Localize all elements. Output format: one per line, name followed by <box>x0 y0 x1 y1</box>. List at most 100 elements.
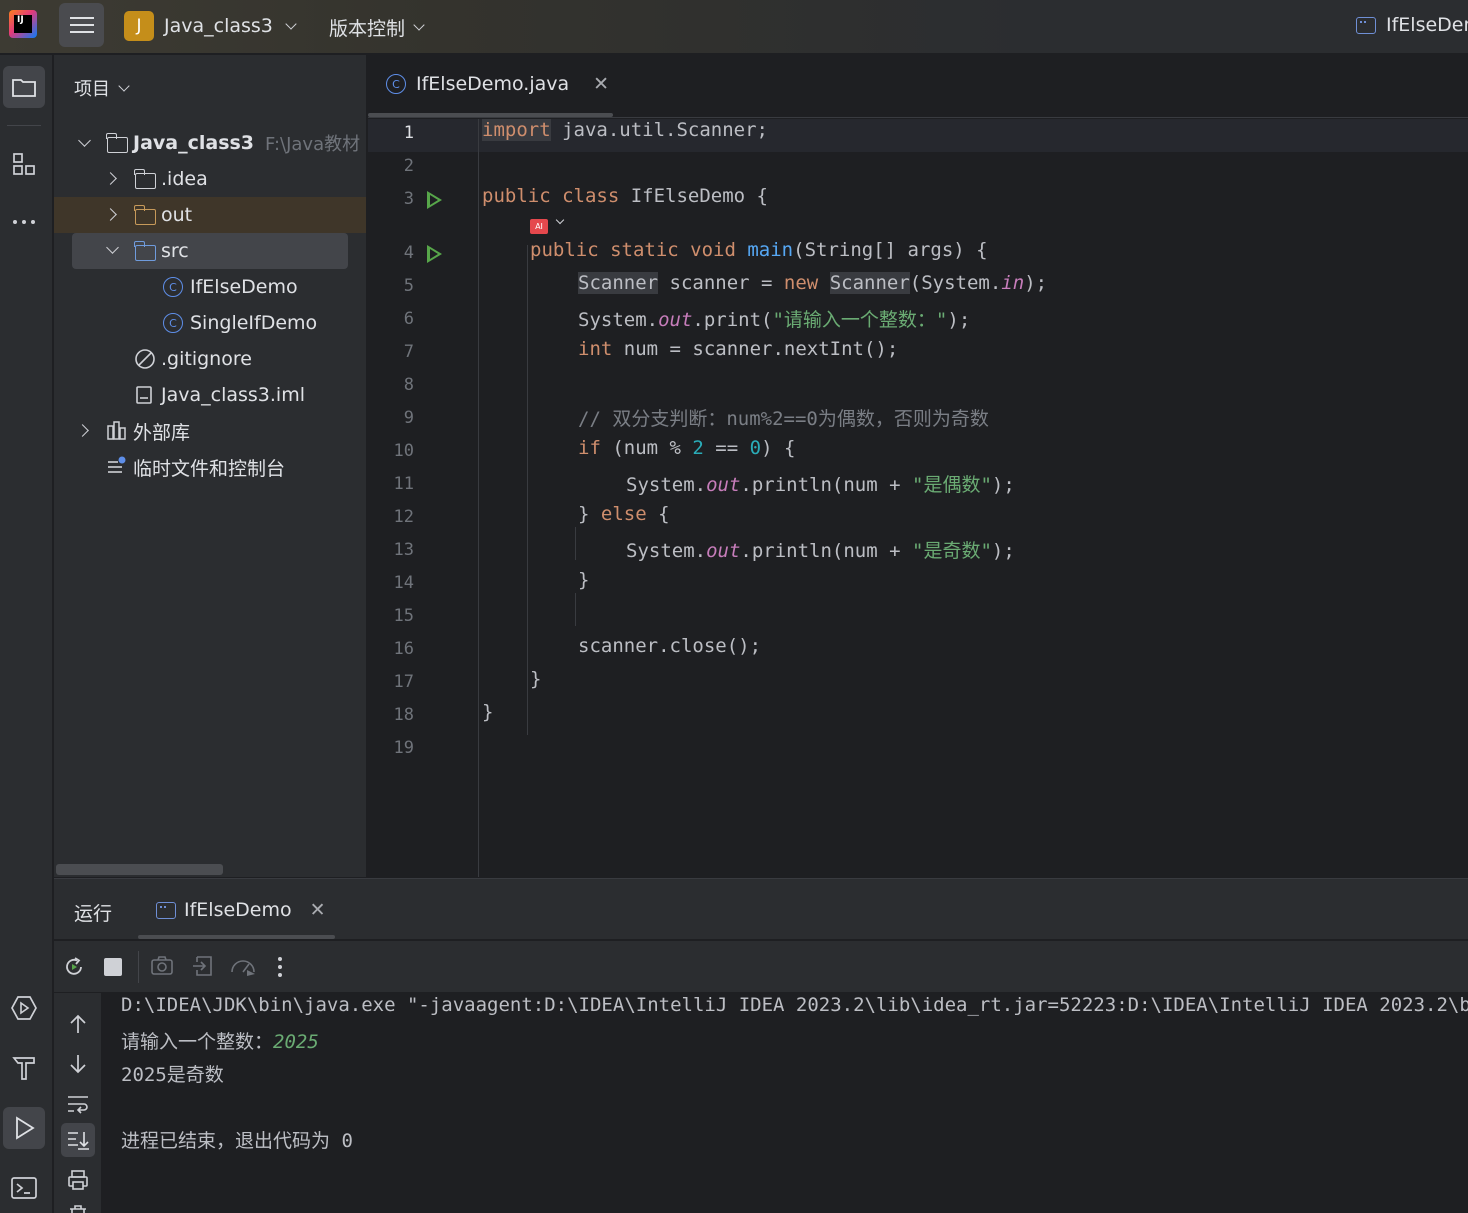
class-icon: C <box>386 74 406 94</box>
expand-arrow-icon[interactable] <box>78 134 91 147</box>
editor-area: C IfElseDemo.java ✕ 1 2 3 4 5 6 7 8 9 10… <box>368 55 1468 877</box>
project-panel-header[interactable]: 项目 <box>74 75 130 101</box>
console-command-line: D:\IDEA\JDK\bin\java.exe "-javaagent:D:\… <box>121 994 1468 1016</box>
run-panel-title: 运行 <box>74 903 113 925</box>
line-number: 3 <box>403 189 414 209</box>
title-bar: IJ J Java_class3 版本控制 IfElseDemo <box>0 0 1468 54</box>
main-menu-button[interactable] <box>59 3 104 47</box>
console-result-line: 2025是奇数 <box>121 1064 224 1086</box>
tree-item-label: SingleIfDemo <box>190 312 318 334</box>
line-number: 2 <box>403 156 414 176</box>
tree-item-singleifdemo[interactable]: C SingleIfDemo <box>54 305 366 341</box>
soft-wrap-icon[interactable] <box>66 1093 90 1115</box>
run-config-name: IfElseDemo <box>1386 14 1468 36</box>
console-side-toolbar <box>54 993 102 1213</box>
project-path: F:\Java教材 <box>265 134 361 155</box>
intellij-logo-icon[interactable]: IJ <box>9 10 37 38</box>
line-number: 11 <box>393 474 414 494</box>
code-line-4: public static void main(String[] args) { <box>530 239 988 261</box>
code-line-18: } <box>482 701 494 723</box>
run-tab-ifelsedemo[interactable]: IfElseDemo ✕ <box>156 899 326 921</box>
camera-icon[interactable] <box>150 955 174 977</box>
expand-arrow-icon[interactable] <box>104 172 117 185</box>
expand-arrow-icon[interactable] <box>76 424 89 437</box>
expand-arrow-icon[interactable] <box>104 208 117 221</box>
active-tab-indicator <box>368 113 613 117</box>
project-panel-title: 项目 <box>74 79 110 100</box>
run-config-selector[interactable]: IfElseDemo <box>1356 14 1468 36</box>
tree-item-scratches[interactable]: 临时文件和控制台 <box>54 449 366 485</box>
close-icon[interactable]: ✕ <box>310 899 326 921</box>
tree-item-iml[interactable]: Java_class3.iml <box>54 377 366 413</box>
left-tool-strip <box>0 55 53 1213</box>
tree-item-out[interactable]: out <box>54 197 366 233</box>
run-tab-label: IfElseDemo <box>184 899 292 921</box>
scroll-to-end-button[interactable] <box>61 1123 95 1157</box>
arrow-down-icon[interactable] <box>68 1053 88 1075</box>
line-number: 1 <box>403 123 414 143</box>
code-line-14: } <box>578 569 590 591</box>
tree-item-ifelsedemo[interactable]: C IfElseDemo <box>54 269 366 305</box>
project-folder-icon <box>106 133 128 153</box>
run-header: 运行 IfElseDemo ✕ <box>54 879 1468 940</box>
run-config-icon <box>156 901 176 919</box>
arrow-up-icon[interactable] <box>68 1013 88 1035</box>
console-exit-line: 进程已结束，退出代码为 0 <box>121 1130 353 1152</box>
line-number: 7 <box>403 342 414 362</box>
more-tools-button[interactable] <box>3 201 45 243</box>
exit-icon[interactable] <box>191 954 215 978</box>
chevron-down-icon <box>285 17 297 30</box>
code-line-16: scanner.close(); <box>578 635 762 657</box>
services-tool-button[interactable] <box>3 987 45 1029</box>
gutter-divider <box>478 119 479 877</box>
line-number: 12 <box>393 507 414 527</box>
tree-item-project-root[interactable]: Java_class3 F:\Java教材 <box>54 125 366 161</box>
close-icon[interactable]: ✕ <box>593 73 609 95</box>
code-line-13: System.out.println(num + "是奇数"); <box>626 540 1015 562</box>
indent-guide <box>527 245 528 735</box>
tree-item-label: Java_class3.iml <box>161 384 305 406</box>
structure-tool-button[interactable] <box>3 143 45 185</box>
active-tab-indicator <box>138 935 335 939</box>
run-tool-button[interactable] <box>3 1107 45 1149</box>
line-number: 14 <box>393 573 414 593</box>
tree-item-src[interactable]: src <box>72 233 348 269</box>
module-file-icon <box>136 386 152 404</box>
structure-icon <box>13 153 35 175</box>
tree-item-external-libraries[interactable]: 外部库 <box>54 413 366 449</box>
tab-label: IfElseDemo.java <box>416 73 570 95</box>
line-number: 16 <box>393 639 414 659</box>
class-icon: C <box>163 313 183 333</box>
indent-guide <box>575 593 576 626</box>
trash-icon[interactable] <box>66 1205 90 1213</box>
class-icon: C <box>163 277 183 297</box>
project-switcher[interactable]: J Java_class3 <box>124 10 297 42</box>
inlay-hint-icon[interactable]: AI <box>530 219 548 234</box>
code-line-12: } else { <box>578 503 670 525</box>
tree-item-gitignore[interactable]: .gitignore <box>54 341 366 377</box>
print-icon[interactable] <box>66 1169 90 1191</box>
build-tool-button[interactable] <box>3 1047 45 1089</box>
rerun-icon[interactable] <box>62 955 86 979</box>
horizontal-scrollbar[interactable] <box>56 864 223 875</box>
console-user-input: 2025 <box>273 1031 319 1053</box>
stop-icon[interactable] <box>104 958 122 976</box>
libraries-icon <box>107 421 126 440</box>
coverage-icon[interactable] <box>229 954 257 978</box>
tab-ifelsedemo-java[interactable]: C IfElseDemo.java ✕ <box>386 73 609 95</box>
tree-item-label: 外部库 <box>133 421 191 444</box>
project-tool-button[interactable] <box>3 66 45 108</box>
tree-item-idea[interactable]: .idea <box>54 161 366 197</box>
vcs-menu[interactable]: 版本控制 <box>329 14 425 41</box>
tree-item-label: 临时文件和控制台 <box>133 457 286 480</box>
chevron-down-icon <box>118 79 130 92</box>
more-icon[interactable] <box>276 955 284 979</box>
terminal-tool-button[interactable] <box>3 1167 45 1209</box>
tree-item-label: Java_class3 <box>133 132 255 154</box>
chevron-down-icon <box>413 19 425 31</box>
scroll-to-end-icon <box>68 1132 89 1150</box>
expand-arrow-icon[interactable] <box>106 241 119 254</box>
scratches-icon <box>108 456 126 473</box>
line-number: 5 <box>403 276 414 296</box>
line-number: 8 <box>403 375 414 395</box>
